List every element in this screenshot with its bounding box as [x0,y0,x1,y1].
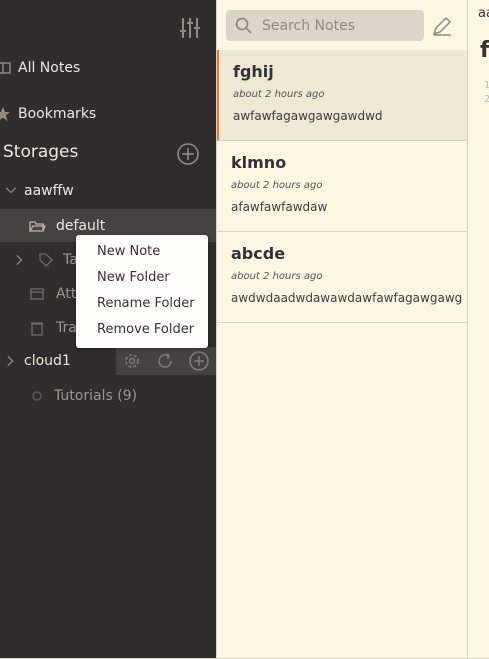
line-number: 1 [484,80,489,91]
storage-cloud1[interactable]: cloud1 [4,353,71,369]
editor-title: f [480,38,489,63]
gear-icon[interactable] [122,351,142,371]
note-preview: awdwdaadwdawawdawfawfagawgawg [231,291,463,305]
storages-title: Storages [3,142,79,162]
star-icon [0,107,10,121]
storage-aawffw[interactable]: aawffw [4,183,74,199]
sidebar-item-trash-label: Tra [56,320,77,336]
menu-item-new-folder[interactable]: New Folder [97,270,170,285]
trash-icon [31,322,43,336]
nav-bookmarks-label: Bookmarks [18,106,97,122]
storage-name: cloud1 [24,353,71,369]
sliders-icon [180,18,200,38]
chevron-right-icon [7,355,14,367]
search-icon [235,17,252,34]
note-title: fghij [233,62,274,81]
note-time: about 2 hours ago [231,180,323,191]
plus-circle-icon[interactable] [188,350,210,372]
chevron-down-icon [5,187,17,194]
storage-name: aawffw [24,183,74,199]
nav-all-notes-label: All Notes [18,60,81,76]
line-number: 2 [484,94,489,105]
search-box[interactable] [226,10,424,41]
notebook-icon [0,62,11,74]
attachment-icon [30,288,44,300]
sidebar-item-trash[interactable]: Tra [28,319,77,337]
sidebar-settings-button[interactable] [176,14,204,42]
note-preview: afawfawfawdaw [231,200,328,214]
note-title: klmno [231,153,287,172]
note-time: about 2 hours ago [231,271,323,282]
note-item[interactable]: klmno about 2 hours ago afawfawfawdaw [217,141,468,232]
plus-circle-icon [177,143,199,165]
note-time: about 2 hours ago [233,89,325,100]
note-preview: awfawfagawgawgawdwd [233,109,383,123]
folder-open-icon [29,221,46,232]
editor-folder-tab[interactable]: aa [478,6,489,21]
pencil-icon [432,16,452,36]
folder-label: default [56,218,106,234]
tag-icon [39,253,53,267]
folder-label: Tutorials (9) [54,388,138,404]
menu-item-new-note[interactable]: New Note [97,244,160,259]
chevron-right-icon [16,254,23,266]
note-item[interactable]: abcde about 2 hours ago awdwdaadwdawawda… [217,232,468,323]
add-storage-button[interactable] [176,142,200,166]
editor-pane[interactable]: aa f 1 2 [467,0,489,659]
note-title: abcde [231,244,286,263]
note-list: fghij about 2 hours ago awfawfagawgawgaw… [216,0,468,659]
nav-all-notes[interactable]: All Notes [0,59,80,77]
folder-row-tutorials[interactable]: Tutorials (9) [28,387,137,405]
folder-context-menu: New Note New Folder Rename Folder Remove… [76,235,208,348]
sync-icon[interactable] [155,351,175,371]
nav-bookmarks[interactable]: Bookmarks [0,105,96,123]
menu-item-rename-folder[interactable]: Rename Folder [97,296,195,311]
note-item[interactable]: fghij about 2 hours ago awfawfagawgawgaw… [217,50,468,141]
new-note-button[interactable] [431,15,453,37]
menu-item-remove-folder[interactable]: Remove Folder [97,322,194,337]
storage-actions [116,347,216,375]
search-input[interactable] [260,16,424,35]
folder-icon [32,391,42,401]
